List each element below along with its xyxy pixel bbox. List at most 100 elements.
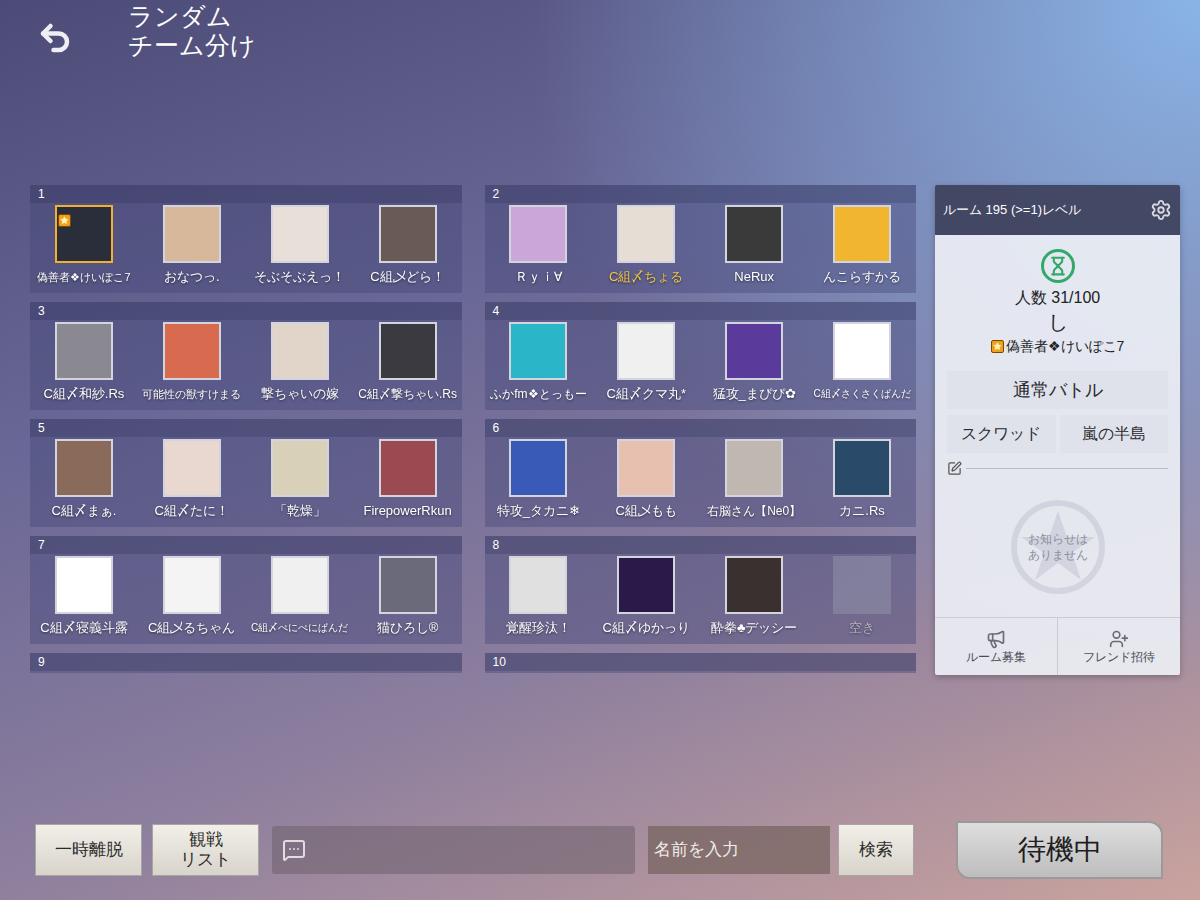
player-slot[interactable]: 撃ちゃいの嫁 — [246, 322, 354, 403]
team-panel: 4ふかfm❖とっもーC組〆クマ丸*猛攻_まぴぴ✿C組〆さくさくぱんだ — [485, 302, 917, 410]
player-slot[interactable]: 可能性の獣すけまる — [138, 322, 246, 403]
player-avatar[interactable] — [163, 556, 221, 614]
player-avatar[interactable] — [163, 439, 221, 497]
player-avatar[interactable] — [617, 556, 675, 614]
team-number: 3 — [30, 302, 462, 320]
name-search-input[interactable]: 名前を入力 — [648, 826, 830, 874]
player-slot[interactable]: カニ.Rs — [808, 439, 916, 520]
player-avatar[interactable] — [163, 205, 221, 263]
player-avatar[interactable] — [617, 205, 675, 263]
player-slot[interactable]: C組〆たに！ — [138, 439, 246, 520]
player-avatar[interactable] — [833, 205, 891, 263]
player-avatar[interactable] — [55, 556, 113, 614]
format-button[interactable]: スクワッド — [947, 415, 1056, 453]
player-avatar[interactable] — [509, 439, 567, 497]
add-friend-icon — [1109, 629, 1129, 649]
edit-icon[interactable] — [947, 461, 962, 476]
player-slot[interactable]: 偽善者❖けいぽこ7 — [30, 205, 138, 286]
team-number: 9 — [30, 653, 462, 671]
player-name: 酔拳♣デッシー — [711, 619, 798, 637]
player-slot[interactable]: C組〆クマ丸* — [592, 322, 700, 403]
player-slot[interactable]: C組乄るちゃん — [138, 556, 246, 637]
player-avatar[interactable] — [379, 322, 437, 380]
player-name: C組〆たに！ — [155, 502, 229, 520]
player-name: C組〆ゆかっり — [603, 619, 690, 637]
gear-icon[interactable] — [1150, 199, 1172, 221]
player-name: C組〆まぁ. — [51, 502, 116, 520]
player-avatar[interactable] — [617, 439, 675, 497]
player-avatar[interactable] — [617, 322, 675, 380]
player-slot[interactable]: C組乄どら！ — [354, 205, 462, 286]
player-slot[interactable]: C組〆寝義斗露 — [30, 556, 138, 637]
empty-avatar[interactable] — [833, 556, 891, 614]
player-avatar[interactable] — [509, 205, 567, 263]
ready-button[interactable]: 待機中 — [956, 821, 1163, 879]
player-slot[interactable]: 空き — [808, 556, 916, 637]
player-slot[interactable]: 右脳さん【Ne0】 — [700, 439, 808, 520]
team-panel: 7C組〆寝義斗露C組乄るちゃんC組〆ぺにぺにぱんだ猫ひろし® — [30, 536, 462, 644]
lobby-screen: ランダム チーム分け1偽善者❖けいぽこ7おなつっ.そぶそぶえっ！C組乄どら！2Ｒ… — [0, 0, 1200, 900]
player-avatar[interactable] — [509, 556, 567, 614]
player-slot[interactable]: そぶそぶえっ！ — [246, 205, 354, 286]
player-slot[interactable]: C組〆まぁ. — [30, 439, 138, 520]
team-panel: 10 — [485, 653, 917, 673]
mode-button[interactable]: 通常バトル — [947, 371, 1168, 409]
player-slot[interactable]: C組〆ちょる — [592, 205, 700, 286]
player-avatar[interactable] — [55, 322, 113, 380]
player-slot[interactable]: 猫ひろし® — [354, 556, 462, 637]
player-slot[interactable]: Ｒｙｉ∀ — [485, 205, 593, 286]
player-avatar[interactable] — [55, 205, 113, 263]
player-slot[interactable]: 酔拳♣デッシー — [700, 556, 808, 637]
player-slot[interactable]: 覚醒珍汰！ — [485, 556, 593, 637]
player-name: 空き — [849, 619, 875, 637]
player-name: FirepowerRkun — [363, 502, 451, 520]
player-slot[interactable]: C組乄もも — [592, 439, 700, 520]
player-slot[interactable]: おなつっ. — [138, 205, 246, 286]
player-slot[interactable]: 猛攻_まぴぴ✿ — [700, 322, 808, 403]
player-name: 覚醒珍汰！ — [506, 619, 571, 637]
player-slot[interactable]: C組〆ぺにぺにぱんだ — [246, 556, 354, 637]
map-button[interactable]: 嵐の半島 — [1060, 415, 1169, 453]
bottom-button[interactable]: 一時離脱 — [35, 824, 142, 876]
player-slot[interactable]: C組〆さくさくぱんだ — [808, 322, 916, 403]
player-slot[interactable]: 特攻_タカニ❄ — [485, 439, 593, 520]
player-avatar[interactable] — [379, 556, 437, 614]
player-name: 「乾燥」 — [274, 502, 326, 520]
player-name: んこらすかる — [823, 268, 901, 286]
player-name: C組乄もも — [616, 502, 677, 520]
waiting-status-icon — [1041, 249, 1075, 283]
chat-input[interactable] — [272, 826, 635, 874]
player-avatar[interactable] — [271, 322, 329, 380]
player-avatar[interactable] — [271, 439, 329, 497]
room-action-button[interactable]: ルーム募集 — [935, 618, 1058, 675]
player-slot[interactable]: ふかfm❖とっもー — [485, 322, 593, 403]
player-slot[interactable]: NeRux — [700, 205, 808, 286]
player-avatar[interactable] — [725, 322, 783, 380]
player-name: C組〆さくさくぱんだ — [813, 385, 910, 403]
player-avatar[interactable] — [55, 439, 113, 497]
player-avatar[interactable] — [271, 556, 329, 614]
player-avatar[interactable] — [833, 439, 891, 497]
player-slot[interactable]: FirepowerRkun — [354, 439, 462, 520]
player-avatar[interactable] — [379, 205, 437, 263]
search-button[interactable]: 検索 — [838, 824, 914, 876]
player-avatar[interactable] — [163, 322, 221, 380]
bottom-button[interactable]: 観戦 リスト — [152, 824, 259, 876]
player-slot[interactable]: んこらすかる — [808, 205, 916, 286]
player-slot[interactable]: C組〆撃ちゃい.Rs — [354, 322, 462, 403]
player-slot[interactable]: C組〆和紗.Rs — [30, 322, 138, 403]
room-action-button[interactable]: フレンド招待 — [1058, 618, 1180, 675]
page-title: ランダム チーム分け — [128, 2, 256, 60]
player-avatar[interactable] — [725, 439, 783, 497]
player-avatar[interactable] — [379, 439, 437, 497]
player-name: C組乄どら！ — [370, 268, 444, 286]
player-avatar[interactable] — [271, 205, 329, 263]
player-avatar[interactable] — [725, 556, 783, 614]
player-avatar[interactable] — [725, 205, 783, 263]
player-name: C組〆クマ丸* — [607, 385, 686, 403]
player-avatar[interactable] — [833, 322, 891, 380]
back-arrow-icon[interactable] — [34, 20, 76, 56]
player-slot[interactable]: 「乾燥」 — [246, 439, 354, 520]
player-slot[interactable]: C組〆ゆかっり — [592, 556, 700, 637]
player-avatar[interactable] — [509, 322, 567, 380]
